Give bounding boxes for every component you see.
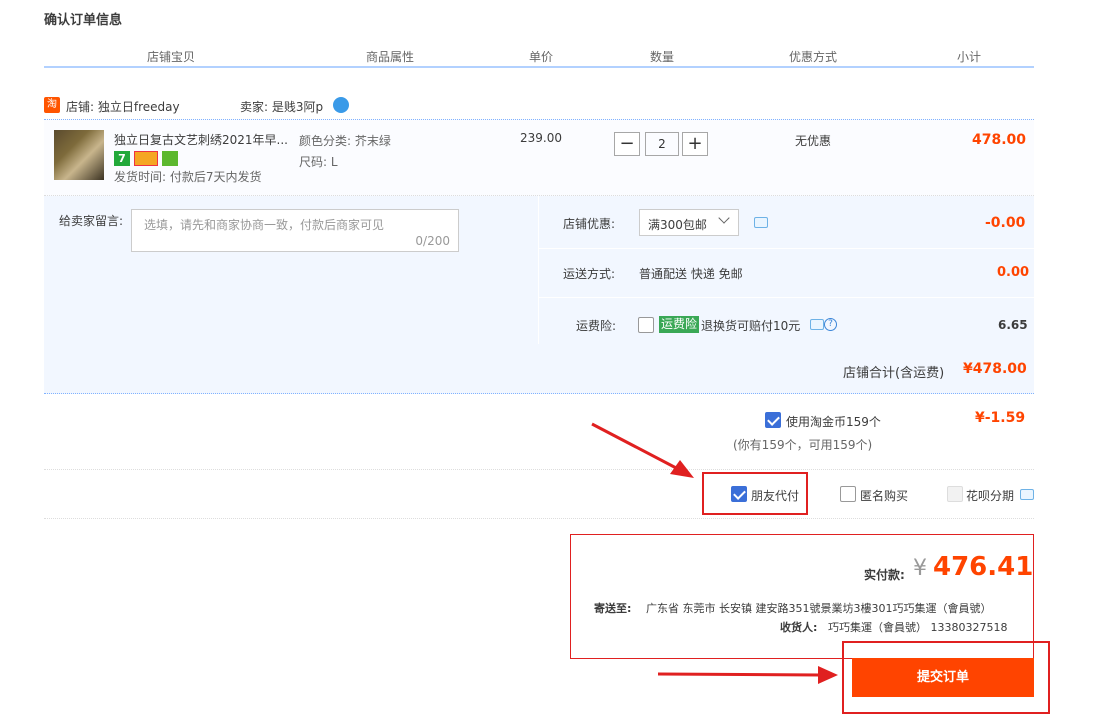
arrow-head-submit — [818, 666, 838, 684]
arrow-to-friend-pay — [591, 422, 681, 472]
arrow-to-submit — [657, 672, 821, 677]
annotation-arrows — [591, 422, 838, 684]
arrow-head-friend-pay — [670, 460, 694, 478]
